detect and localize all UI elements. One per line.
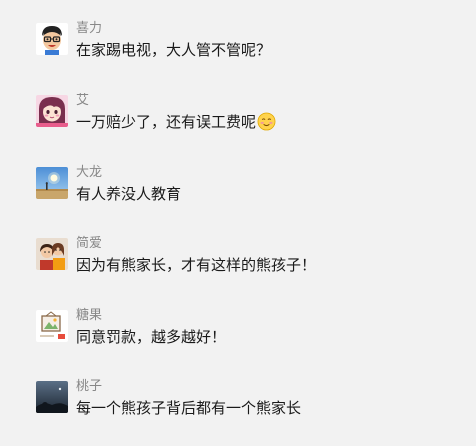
comment-item: 艾 一万赔少了，还有误工费呢 bbox=[36, 92, 456, 151]
comment-item: 喜力 在家踢电视，大人管不管呢？ bbox=[36, 20, 456, 79]
comment-text: 一万赔少了，还有误工费呢 bbox=[76, 111, 276, 137]
comment-item: 大龙 有人养没人教育 bbox=[36, 164, 456, 223]
comment-item: 简爱 因为有熊家长，才有这样的熊孩子！ bbox=[36, 235, 456, 294]
comment-list: 喜力 在家踢电视，大人管不管呢？ 艾 一万赔少了，还有误工费呢 大龙 有人养没人… bbox=[0, 0, 476, 446]
night-sky-avatar-icon[interactable] bbox=[36, 381, 68, 413]
couple-photo-avatar-icon[interactable] bbox=[36, 238, 68, 270]
commenter-name[interactable]: 艾 bbox=[76, 92, 89, 110]
commenter-name[interactable]: 糖果 bbox=[76, 307, 102, 325]
comment-item: 桃子 每一个熊孩子背后都有一个熊家长 bbox=[36, 378, 456, 437]
commenter-name[interactable]: 喜力 bbox=[76, 20, 102, 38]
commenter-name[interactable]: 简爱 bbox=[76, 235, 102, 253]
commenter-name[interactable]: 桃子 bbox=[76, 378, 102, 396]
comment-text-content: 一万赔少了，还有误工费呢 bbox=[76, 113, 257, 131]
framed-picture-avatar-icon[interactable] bbox=[36, 310, 68, 342]
commenter-name[interactable]: 大龙 bbox=[76, 164, 102, 182]
comment-text: 同意罚款，越多越好！ bbox=[76, 328, 227, 346]
comment-text: 每一个熊孩子背后都有一个熊家长 bbox=[76, 399, 302, 417]
blushing-smile-emoji-icon bbox=[257, 112, 276, 137]
anime-girl-avatar-icon[interactable] bbox=[36, 95, 68, 127]
cartoon-boy-avatar-icon[interactable] bbox=[36, 23, 68, 55]
sunrise-landscape-avatar-icon[interactable] bbox=[36, 167, 68, 199]
comment-text: 因为有熊家长，才有这样的熊孩子！ bbox=[76, 256, 317, 274]
comment-text: 在家踢电视，大人管不管呢？ bbox=[76, 41, 272, 59]
comment-text: 有人养没人教育 bbox=[76, 185, 182, 203]
comment-item: 糖果 同意罚款，越多越好！ bbox=[36, 307, 456, 366]
